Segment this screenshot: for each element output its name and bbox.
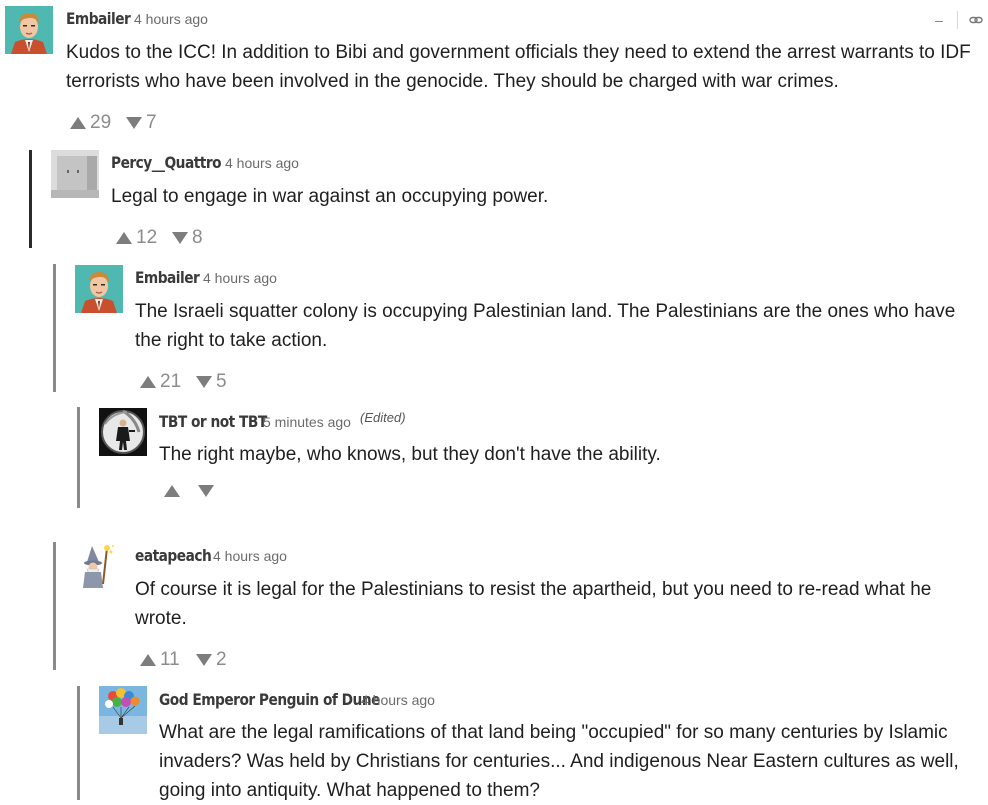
downvote-button[interactable]: 5 xyxy=(196,371,227,393)
comment-body: What are the legal ramifications of that… xyxy=(159,722,959,801)
upvote-count: 11 xyxy=(160,649,180,670)
comment: Embailer 4 hours ago Kudos to the ICC! I… xyxy=(0,0,988,140)
comment-body: The right maybe, who knows, but they don… xyxy=(159,444,661,465)
avatar[interactable] xyxy=(99,408,147,456)
downvote-button[interactable]: 2 xyxy=(196,649,227,671)
gun-barrel-icon xyxy=(99,408,147,456)
author-name[interactable]: God Emperor Penguin of Dune xyxy=(159,690,380,709)
avatar[interactable] xyxy=(51,150,99,198)
avatar[interactable] xyxy=(5,6,53,54)
downvote-icon xyxy=(196,654,212,666)
upvote-count: 12 xyxy=(136,227,158,248)
comment-body: The Israeli squatter colony is occupying… xyxy=(135,301,956,351)
upvote-count: 21 xyxy=(160,371,182,392)
author-name[interactable]: TBT or not TBT xyxy=(159,412,267,431)
downvote-count: 2 xyxy=(216,649,227,670)
author-name[interactable]: Embailer xyxy=(135,268,200,287)
thread-line[interactable] xyxy=(53,264,56,392)
comment-timestamp[interactable]: 4 hours ago xyxy=(203,270,277,286)
author-name[interactable]: eatapeach xyxy=(135,546,212,565)
comment-body: Kudos to the ICC! In addition to Bibi an… xyxy=(66,42,971,92)
upvote-icon xyxy=(70,117,86,129)
upvote-button[interactable]: 11 xyxy=(140,649,180,671)
downvote-count: 8 xyxy=(192,227,203,248)
comment-timestamp[interactable]: 4 hours ago xyxy=(361,692,435,708)
comment-timestamp[interactable]: 4 hours ago xyxy=(225,155,299,171)
downvote-button[interactable]: 7 xyxy=(126,112,157,134)
upvote-count: 29 xyxy=(90,112,112,133)
downvote-icon xyxy=(126,117,142,129)
downvote-count: 5 xyxy=(216,371,227,392)
edited-badge: (Edited) xyxy=(360,410,406,425)
downvote-icon xyxy=(196,376,212,388)
upvote-icon xyxy=(140,376,156,388)
upvote-button[interactable]: 29 xyxy=(70,112,111,134)
upvote-button[interactable]: 21 xyxy=(140,371,181,393)
avatar[interactable] xyxy=(75,265,123,313)
man-in-suit-icon xyxy=(5,6,53,54)
upvote-icon xyxy=(116,232,132,244)
downvote-count: 7 xyxy=(146,112,157,133)
comment-body: Of course it is legal for the Palestinia… xyxy=(135,579,932,629)
comment-body: Legal to engage in war against an occupy… xyxy=(111,186,549,207)
comment-timestamp[interactable]: 4 hours ago xyxy=(134,11,208,27)
upvote-icon xyxy=(140,654,156,666)
upvote-button[interactable]: 12 xyxy=(116,227,157,249)
downvote-icon xyxy=(198,485,214,497)
downvote-button[interactable] xyxy=(198,485,218,497)
comment-timestamp[interactable]: 4 hours ago xyxy=(213,548,287,564)
thread-line[interactable] xyxy=(29,150,32,248)
avatar[interactable] xyxy=(99,686,147,734)
comment: God Emperor Penguin of Dune 4 hours ago … xyxy=(0,0,988,801)
thread-line[interactable] xyxy=(53,542,56,670)
upvote-icon xyxy=(164,485,180,497)
thread-line[interactable] xyxy=(77,686,80,800)
avatar[interactable] xyxy=(75,542,123,590)
thread-line[interactable] xyxy=(77,407,80,508)
gray-box-icon xyxy=(51,150,99,198)
balloons-icon xyxy=(99,686,147,734)
author-name[interactable]: Percy__Quattro xyxy=(111,153,222,172)
upvote-button[interactable] xyxy=(164,485,184,497)
downvote-icon xyxy=(172,232,188,244)
downvote-button[interactable]: 8 xyxy=(172,227,203,249)
comment-timestamp[interactable]: 5 minutes ago xyxy=(263,414,351,430)
man-in-suit-icon xyxy=(75,265,123,313)
wizard-icon xyxy=(75,542,123,590)
author-name[interactable]: Embailer xyxy=(66,9,131,28)
